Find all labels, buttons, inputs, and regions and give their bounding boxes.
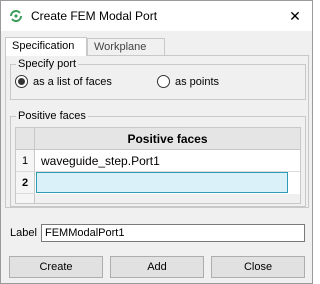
positive-faces-group: Positive faces Positive faces 1 waveguid… <box>10 110 306 207</box>
label-input[interactable] <box>41 224 305 242</box>
positive-faces-table: Positive faces 1 waveguide_step.Port1 2 <box>15 127 301 204</box>
dialog-window: Create FEM Modal Port ✕ Specification Wo… <box>0 0 313 284</box>
positive-faces-title: Positive faces <box>16 110 88 122</box>
table-cell-row-1[interactable]: waveguide_step.Port1 <box>35 150 300 172</box>
radio-selected-indicator <box>15 75 28 88</box>
window-title: Create FEM Modal Port <box>31 9 158 23</box>
table-empty-area <box>16 194 300 203</box>
table-corner <box>16 128 35 150</box>
close-button[interactable]: Close <box>211 256 305 278</box>
add-button[interactable]: Add <box>110 256 204 278</box>
radio-unselected-indicator <box>157 75 170 88</box>
fem-app-icon <box>9 9 23 23</box>
create-button[interactable]: Create <box>9 256 103 278</box>
close-icon: ✕ <box>289 7 301 24</box>
row-header-2[interactable]: 2 <box>16 172 35 194</box>
specification-panel: Specify port as a list of faces as point… <box>5 55 309 208</box>
tab-bar: Specification Workplane <box>5 37 309 56</box>
column-header-positive-faces[interactable]: Positive faces <box>35 128 300 150</box>
specify-port-group: Specify port as a list of faces as point… <box>10 58 306 100</box>
row-header-1[interactable]: 1 <box>16 150 35 172</box>
radio-list-of-faces-label: as a list of faces <box>33 75 112 88</box>
row-header-empty-area <box>16 194 35 203</box>
label-field-label: Label <box>10 227 37 239</box>
specify-port-title: Specify port <box>16 58 79 70</box>
title-bar: Create FEM Modal Port ✕ <box>1 1 312 31</box>
tab-workplane[interactable]: Workplane <box>87 38 165 55</box>
table-cell-row-2-editing[interactable] <box>36 172 288 193</box>
radio-as-points-label: as points <box>175 75 220 88</box>
close-window-button[interactable]: ✕ <box>281 4 309 28</box>
radio-list-of-faces[interactable]: as a list of faces <box>15 75 112 88</box>
radio-as-points[interactable]: as points <box>157 75 219 88</box>
tab-specification[interactable]: Specification <box>5 37 87 56</box>
